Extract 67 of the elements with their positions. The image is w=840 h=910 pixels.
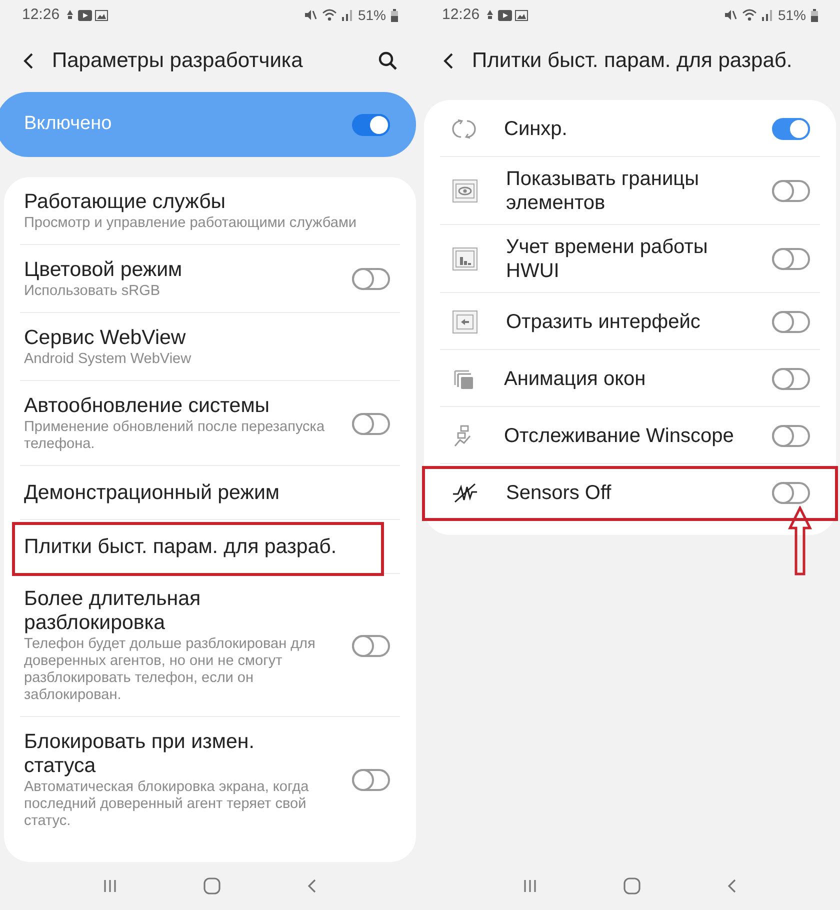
sync-icon (452, 116, 476, 140)
signal-icon (762, 9, 773, 21)
video-icon (498, 10, 512, 20)
home-icon[interactable] (202, 877, 221, 895)
battery-icon (391, 8, 398, 22)
notification-icon (64, 9, 75, 21)
battery-icon (811, 8, 818, 22)
status-time: 12:26 (442, 4, 480, 25)
toggle-switch[interactable] (352, 634, 390, 656)
toggle-switch[interactable] (352, 114, 390, 136)
setting-title[interactable]: Работающие службы (24, 190, 390, 214)
toggle-switch[interactable] (772, 180, 810, 202)
setting-title[interactable]: Плитки быст. парам. для разраб. (24, 535, 390, 559)
setting-title[interactable]: Sensors Off (506, 480, 744, 504)
battery-percentage: 51% (358, 6, 386, 24)
setting-title[interactable]: Демонстрационный режим (24, 481, 390, 505)
setting-title[interactable]: Блокировать при измен. статуса (24, 730, 330, 778)
toggle-switch[interactable] (772, 482, 810, 504)
back-icon[interactable] (306, 878, 318, 894)
setting-description: Использовать sRGB (24, 283, 162, 300)
mute-icon (724, 9, 737, 21)
setting-description: Применение обновлений после перезапуска телефона. (24, 419, 326, 453)
sensors-off-icon (452, 480, 478, 504)
wifi-icon (742, 9, 757, 21)
toggle-switch[interactable] (352, 412, 390, 434)
setting-title[interactable]: Отразить интерфейс (506, 310, 744, 334)
setting-title[interactable]: Более длительная разблокировка (24, 587, 330, 635)
recent-apps-icon[interactable] (522, 878, 538, 894)
back-icon[interactable] (726, 878, 738, 894)
toggle-switch[interactable] (772, 368, 810, 390)
setting-description: Android System WebView (24, 351, 192, 368)
setting-title[interactable]: Отслеживание Winscope (504, 424, 744, 448)
setting-title[interactable]: Автообновление системы (24, 394, 330, 418)
mute-icon (304, 9, 317, 21)
page-title: Плитки быст. парам. для разраб. (472, 48, 794, 74)
image-icon (514, 10, 528, 20)
toggle-switch[interactable] (772, 248, 810, 270)
setting-title[interactable]: Цветовой режим (24, 258, 330, 282)
setting-description: Автоматическая блокировка экрана, когда последний доверенный агент теряет свой статус. (24, 779, 310, 830)
mirror-frame-icon (452, 310, 478, 334)
page-title: Параметры разработчика (52, 48, 304, 74)
video-icon (78, 10, 92, 20)
toggle-switch[interactable] (772, 310, 810, 332)
signal-icon (342, 9, 353, 21)
setting-title[interactable]: Учет времени работы HWUI (506, 235, 744, 283)
master-switch-label: Включено (24, 112, 112, 136)
setting-title[interactable]: Синхр. (504, 116, 744, 140)
status-time: 12:26 (22, 4, 60, 25)
home-icon[interactable] (622, 877, 641, 895)
recent-apps-icon[interactable] (102, 878, 118, 894)
toggle-switch[interactable] (772, 424, 810, 446)
image-icon (94, 10, 108, 20)
arrow-icon (788, 506, 812, 576)
eye-frame-icon (452, 179, 478, 203)
toggle-switch[interactable] (772, 118, 810, 140)
toggle-switch[interactable] (352, 769, 390, 791)
search-icon[interactable] (378, 51, 398, 71)
setting-title[interactable]: Показывать границы элементов (506, 167, 744, 215)
battery-percentage: 51% (778, 6, 806, 24)
setting-title[interactable]: Сервис WebView (24, 326, 390, 350)
setting-description: Просмотр и управление работающими службами (24, 215, 358, 232)
notification-icon (484, 9, 495, 21)
setting-description: Телефон будет дольше разблокирован для доверенных агентов, но они не смогут разблокировать телефон, если он заблокирован. (24, 636, 316, 704)
setting-title[interactable]: Анимация окон (504, 366, 744, 390)
toggle-switch[interactable] (352, 268, 390, 290)
bar-chart-frame-icon (452, 247, 478, 271)
wifi-icon (322, 9, 337, 21)
